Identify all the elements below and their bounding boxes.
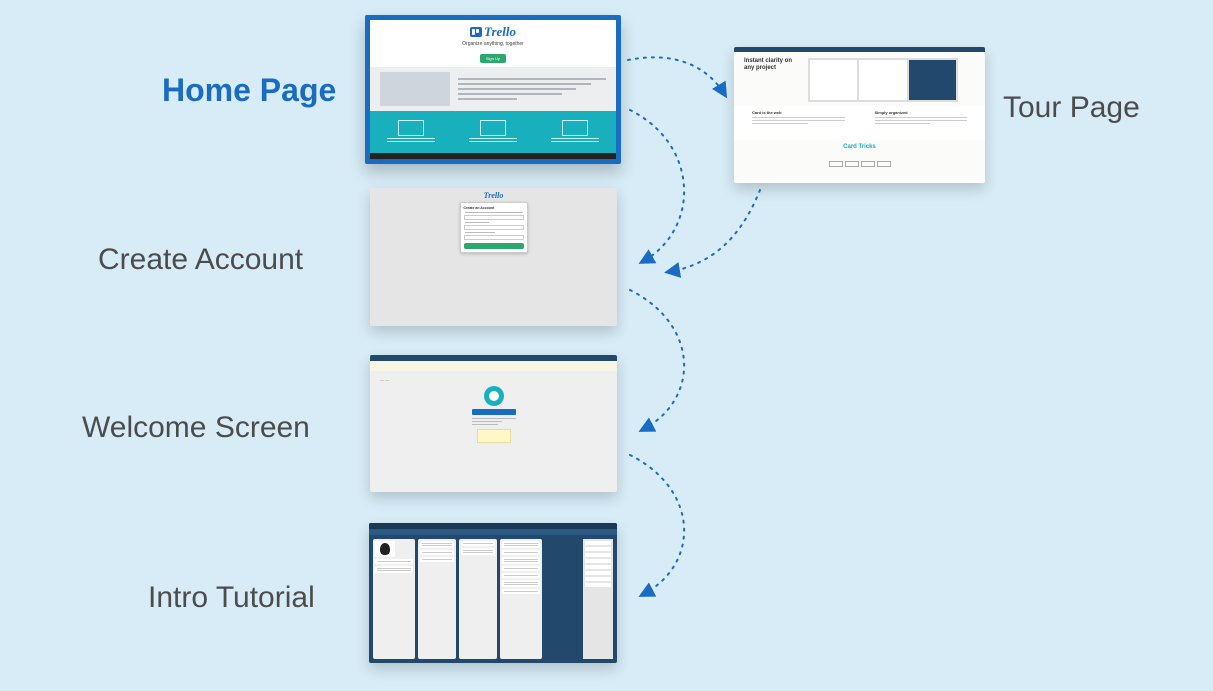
tour-board-preview — [808, 58, 958, 102]
create-account-thumbnail[interactable]: Trello Create an Account — [370, 188, 617, 326]
arrow-home-to-create — [630, 110, 684, 262]
welcome-banner — [370, 361, 617, 371]
welcome-sticky-note — [477, 429, 511, 443]
label-home-page: Home Page — [162, 72, 336, 109]
trello-logo: Trello — [370, 24, 616, 40]
tour-card-tricks: Card Tricks — [734, 140, 985, 180]
welcome-breadcrumb: — — — [380, 377, 607, 382]
arrow-home-to-tour — [628, 57, 725, 95]
arrow-welcome-to-intro — [630, 455, 684, 595]
home-page-thumbnail[interactable]: Trello Organize anything, together Sign … — [365, 15, 621, 164]
home-header: Trello Organize anything, together Sign … — [370, 20, 616, 67]
tour-hero-title: Instant clarity on any project — [744, 58, 800, 71]
intro-board-lists — [369, 535, 617, 663]
home-footer — [370, 153, 616, 164]
intro-sidebar — [583, 539, 613, 659]
home-tagline: Organize anything, together — [370, 41, 616, 47]
welcome-screen-thumbnail[interactable]: — — — [370, 355, 617, 492]
home-signup-button: Sign Up — [480, 54, 506, 63]
trello-logo-small: Trello — [370, 191, 617, 200]
create-submit-button — [464, 243, 524, 249]
label-tour-page: Tour Page — [1003, 91, 1140, 125]
penguin-icon — [375, 541, 395, 557]
avatar-icon — [484, 386, 504, 406]
intro-tutorial-thumbnail[interactable] — [369, 523, 617, 663]
arrow-create-to-welcome — [630, 290, 684, 430]
label-create-account: Create Account — [98, 243, 303, 277]
home-hero-section — [370, 67, 616, 111]
label-welcome-screen: Welcome Screen — [82, 411, 310, 445]
label-intro-tutorial: Intro Tutorial — [148, 581, 315, 615]
tour-hero: Instant clarity on any project — [734, 52, 985, 106]
create-header: Trello — [370, 188, 617, 200]
home-features-row — [370, 111, 616, 153]
arrow-tour-to-create — [668, 190, 760, 272]
tour-features: Card is the web Simply organized — [734, 106, 985, 140]
tour-page-thumbnail[interactable]: Instant clarity on any project Card is t… — [734, 47, 985, 183]
welcome-profile — [472, 386, 516, 443]
create-account-form: Create an Account — [460, 202, 528, 253]
